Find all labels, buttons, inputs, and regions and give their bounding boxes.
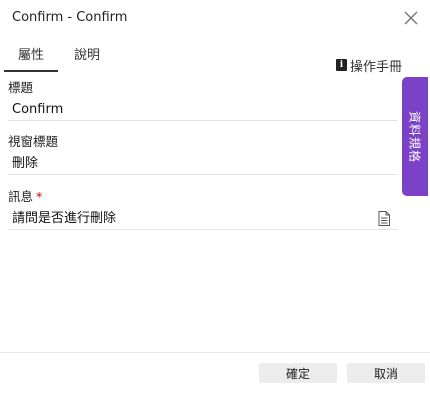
field-window-title: 視窗標題 刪除 bbox=[8, 134, 398, 175]
field-message-label: 訊息 * bbox=[8, 189, 398, 205]
message-input[interactable]: 請問是否進行刪除 bbox=[8, 208, 398, 230]
field-window-title-label-text: 視窗標題 bbox=[8, 134, 59, 149]
data-spec-side-tab[interactable]: 資料規格 bbox=[402, 77, 428, 196]
field-title: 標題 Confirm bbox=[8, 80, 398, 121]
field-message-label-text: 訊息 bbox=[8, 189, 34, 204]
window-title-input[interactable]: 刪除 bbox=[8, 153, 398, 175]
footer-divider bbox=[0, 352, 430, 353]
required-mark: * bbox=[36, 189, 43, 204]
field-title-label-text: 標題 bbox=[8, 80, 34, 95]
field-message: 訊息 * 請問是否進行刪除 bbox=[8, 189, 398, 230]
field-title-label: 標題 bbox=[8, 80, 398, 96]
dialog-title: Confirm - Confirm bbox=[12, 10, 128, 25]
confirm-button[interactable]: 確定 bbox=[259, 363, 337, 383]
document-icon[interactable] bbox=[378, 211, 390, 226]
close-icon bbox=[404, 11, 418, 25]
info-icon: i bbox=[336, 59, 347, 71]
close-button[interactable] bbox=[402, 9, 420, 27]
manual-link[interactable]: i 操作手冊 bbox=[336, 56, 403, 75]
title-input[interactable]: Confirm bbox=[8, 99, 398, 121]
cancel-button[interactable]: 取消 bbox=[347, 363, 425, 383]
data-spec-side-tab-label: 資料規格 bbox=[407, 110, 422, 163]
confirm-dialog: Confirm - Confirm 屬性 說明 i 操作手冊 標題 Confir… bbox=[0, 0, 430, 405]
tab-description[interactable]: 說明 bbox=[62, 46, 112, 70]
tab-properties[interactable]: 屬性 bbox=[4, 46, 58, 72]
manual-link-label: 操作手冊 bbox=[350, 59, 403, 75]
field-window-title-label: 視窗標題 bbox=[8, 134, 398, 150]
message-input-text: 請問是否進行刪除 bbox=[12, 211, 117, 226]
